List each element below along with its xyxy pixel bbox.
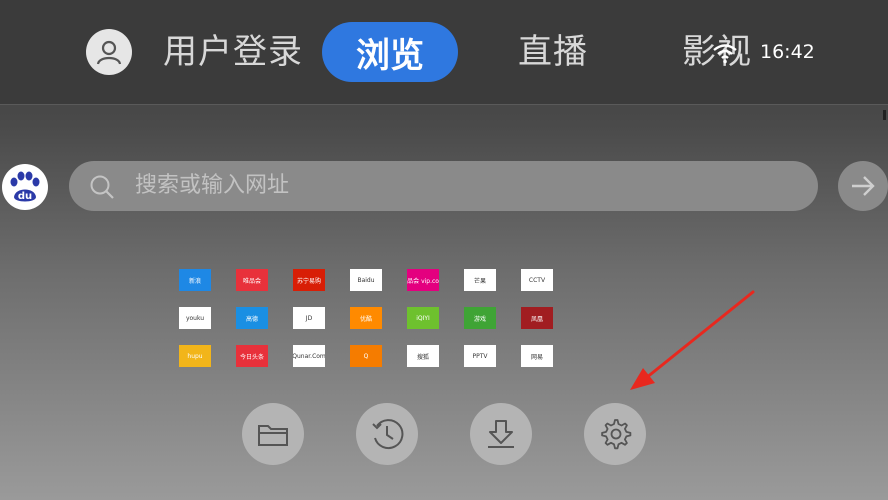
annotation-arrow xyxy=(630,290,755,390)
bottom-edge xyxy=(0,494,888,500)
